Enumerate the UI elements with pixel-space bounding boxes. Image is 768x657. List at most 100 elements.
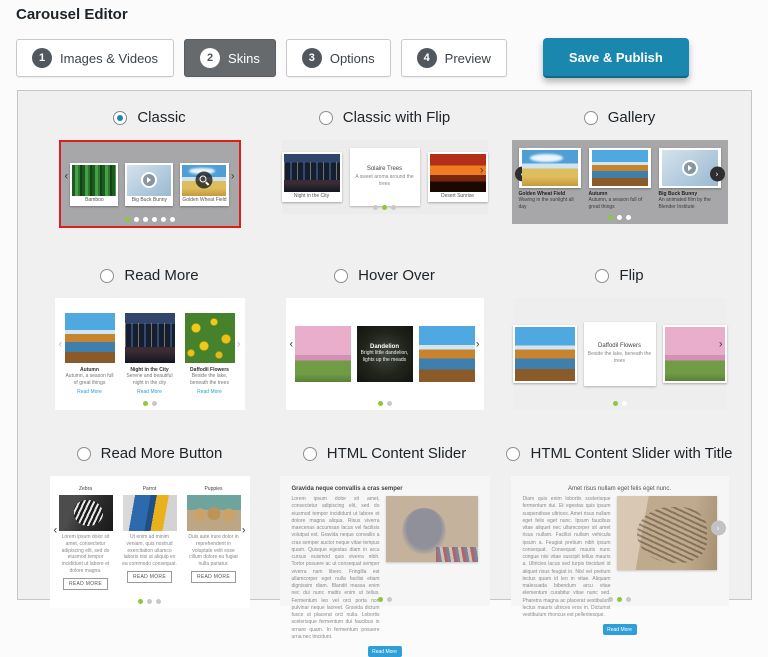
radio-classic-flip[interactable] xyxy=(319,111,333,125)
item-title: Puppies xyxy=(204,486,222,492)
slide-card xyxy=(513,325,577,383)
radio-read-more-button[interactable] xyxy=(77,447,91,461)
skin-option-flip[interactable]: Flip xyxy=(595,267,643,284)
pager-dot-icon xyxy=(373,205,378,210)
read-more-button-item: Parrot Ut enim ad minim veniam, quis nos… xyxy=(122,486,178,583)
skin-option-html-slider[interactable]: HTML Content Slider xyxy=(303,445,467,462)
cherry-blossom-photo xyxy=(665,327,725,381)
skin-option-classic[interactable]: Classic xyxy=(113,109,185,126)
skin-preview-classic-flip[interactable]: ‹ Night in the City Solaire Trees A swee… xyxy=(282,140,488,214)
skin-preview-gallery[interactable]: ‹ Golden Wheat Field Waving in the sunli… xyxy=(512,140,728,224)
radio-classic[interactable] xyxy=(113,111,127,125)
daffodil-photo xyxy=(185,313,235,363)
content-heading: Gravida neque convallis a cras semper xyxy=(292,486,478,492)
skin-label-classic: Classic xyxy=(137,109,185,126)
tabby-cat-photo xyxy=(617,496,717,570)
tab-skins[interactable]: 2 Skins xyxy=(184,39,276,77)
slide-card: Golden Wheat Field xyxy=(180,163,228,206)
bamboo-photo xyxy=(72,165,116,196)
skin-cell-read-more: Read More ‹ Autumn Autumn, a season full… xyxy=(32,255,267,433)
radio-read-more[interactable] xyxy=(100,269,114,283)
big-buck-bunny-video-thumb xyxy=(127,165,171,196)
skin-preview-classic[interactable]: ‹ Bamboo Big Buck Bunny Golden Wheat Fie… xyxy=(59,140,241,228)
skin-preview-html-slider[interactable]: Gravida neque convallis a cras semper Lo… xyxy=(280,476,490,606)
next-arrow-icon: › xyxy=(480,166,484,177)
autumn-lake-photo xyxy=(592,150,648,186)
next-arrow-icon: › xyxy=(231,172,235,183)
tab-number-badge: 3 xyxy=(302,48,322,68)
flip-title: Solaire Trees xyxy=(367,166,402,172)
item-text: Beside the lake, beneath the trees xyxy=(184,373,236,387)
pager-dot-icon xyxy=(387,597,392,602)
gallery-item-text: Waving in the sunlight all day xyxy=(519,197,581,211)
overlay-text: Bright little dandelion, lights up the m… xyxy=(357,350,413,364)
radio-gallery[interactable] xyxy=(584,111,598,125)
skin-cell-classic: Classic ‹ Bamboo Big Buck Bunny Golden W… xyxy=(32,97,267,255)
read-more-item: Autumn Autumn, a season full of great th… xyxy=(64,313,116,395)
wheat-field-photo xyxy=(182,165,226,196)
radio-html-slider-title[interactable] xyxy=(506,447,520,461)
radio-flip[interactable] xyxy=(595,269,609,283)
flip-text: Beside the lake, beneath the trees xyxy=(587,351,653,365)
read-more-button: READ MORE xyxy=(127,571,172,583)
slide-card: Night in the City xyxy=(282,152,342,202)
skin-cell-read-more-button: Read More Button ‹ Zebra Lorem ipsum dol… xyxy=(32,433,267,608)
pager-dot-icon xyxy=(147,599,152,604)
pager-dot-icon xyxy=(613,401,618,406)
tab-options[interactable]: 3 Options xyxy=(286,39,391,77)
slide-caption: Bamboo xyxy=(85,196,104,204)
play-icon xyxy=(682,160,698,176)
skin-preview-hover-over[interactable]: ‹ Dandelion Bright little dandelion, lig… xyxy=(286,298,484,410)
next-arrow-icon: › xyxy=(242,526,246,537)
skin-option-read-more-button[interactable]: Read More Button xyxy=(77,445,223,462)
pager-dot-icon xyxy=(152,217,157,222)
flip-title: Daffodil Flowers xyxy=(598,343,641,349)
slide-caption: Night in the City xyxy=(294,192,329,200)
slide-card: Big Buck Bunny xyxy=(125,163,173,206)
skin-option-gallery[interactable]: Gallery xyxy=(584,109,656,126)
item-text: Duis aute irure dolor in reprehenderit i… xyxy=(186,534,242,568)
save-publish-button[interactable]: Save & Publish xyxy=(543,38,689,78)
skin-option-html-slider-title[interactable]: HTML Content Slider with Title xyxy=(506,445,732,462)
tab-number-badge: 4 xyxy=(417,48,437,68)
prev-arrow-icon: ‹ xyxy=(290,340,294,351)
skin-preview-flip[interactable]: ‹ Daffodil Flowers Beside the lake, bene… xyxy=(513,298,727,410)
pager-dot-icon xyxy=(143,401,148,406)
gallery-item: Autumn Autumn, a season full of great th… xyxy=(589,148,651,211)
skin-option-read-more[interactable]: Read More xyxy=(100,267,198,284)
puppies-photo xyxy=(187,495,241,531)
content-text: Lorem ipsum dolor sit amet, consectetur … xyxy=(292,496,380,641)
item-title: Zebra xyxy=(79,486,92,492)
slide-caption: Desert Sunrise xyxy=(441,192,474,200)
skin-option-hover-over[interactable]: Hover Over xyxy=(334,267,435,284)
prev-arrow-icon: ‹ xyxy=(59,340,63,351)
skin-label-flip: Flip xyxy=(619,267,643,284)
read-more-link: Read More xyxy=(137,389,162,395)
skin-preview-read-more[interactable]: ‹ Autumn Autumn, a season full of great … xyxy=(55,298,245,410)
item-text: Serene and beautiful night in the city xyxy=(124,373,176,387)
skin-preview-read-more-button[interactable]: ‹ Zebra Lorem ipsum dolor sit amet, cons… xyxy=(50,476,250,608)
tab-number-badge: 2 xyxy=(200,48,220,68)
skin-preview-html-slider-title[interactable]: Amet risus nullam eget felis eget nunc. … xyxy=(511,476,729,606)
pager-dot-icon xyxy=(626,597,631,602)
desert-sunrise-photo xyxy=(430,154,486,192)
pager-dot-icon xyxy=(125,217,130,222)
tab-preview[interactable]: 4 Preview xyxy=(401,39,507,77)
tab-images-videos[interactable]: 1 Images & Videos xyxy=(16,39,174,77)
read-more-link: Read More xyxy=(197,389,222,395)
pager-dot-icon xyxy=(382,205,387,210)
pager-dots xyxy=(55,401,245,406)
magnifier-icon xyxy=(196,172,213,189)
skin-option-classic-flip[interactable]: Classic with Flip xyxy=(319,109,451,126)
pager-dots xyxy=(61,217,239,222)
editor-tabbar: 1 Images & Videos 2 Skins 3 Options 4 Pr… xyxy=(16,38,689,78)
slide-card xyxy=(589,148,651,188)
radio-html-slider[interactable] xyxy=(303,447,317,461)
skin-cell-gallery: Gallery ‹ Golden Wheat Field Waving in t… xyxy=(502,97,737,255)
radio-hover-over[interactable] xyxy=(334,269,348,283)
slide-caption: Golden Wheat Field xyxy=(182,196,226,204)
next-arrow-icon: › xyxy=(476,340,480,351)
pager-dot-icon xyxy=(608,215,613,220)
pager-dots xyxy=(50,599,250,604)
pager-dot-icon xyxy=(138,599,143,604)
